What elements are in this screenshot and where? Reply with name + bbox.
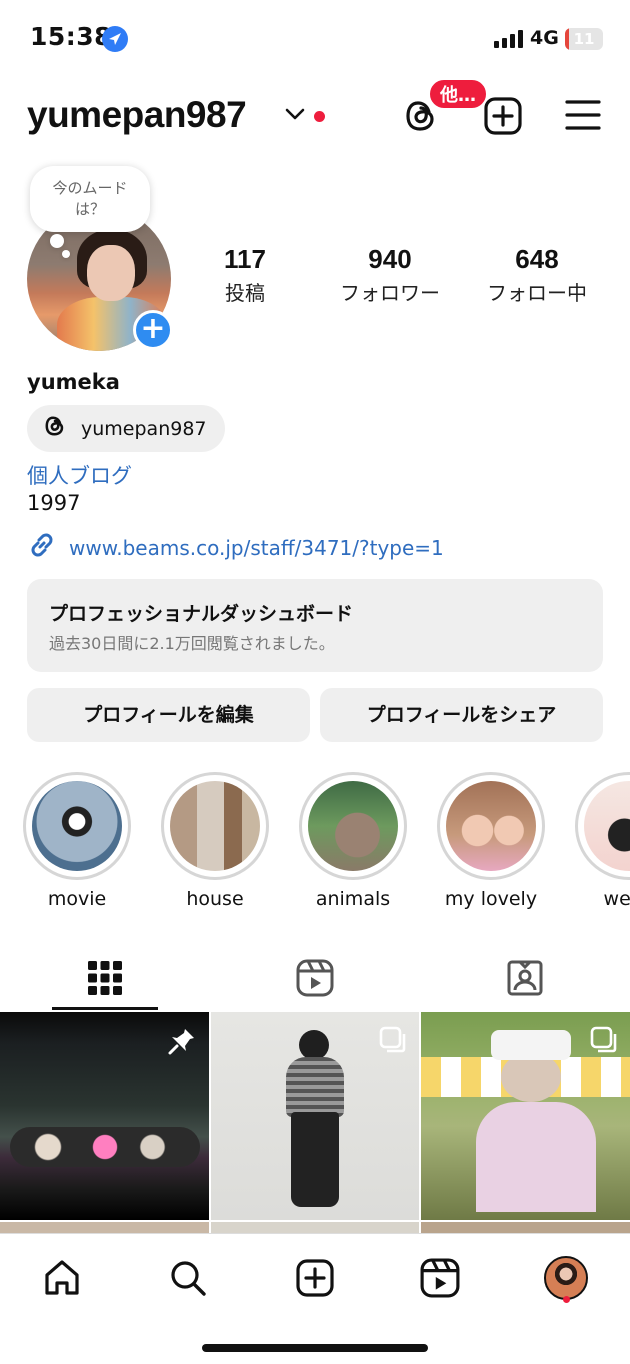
followers-count-label: フォロワー	[340, 281, 440, 305]
highlight-label: house	[186, 888, 244, 910]
external-link[interactable]: www.beams.co.jp/staff/3471/?type=1	[27, 530, 444, 565]
network-type: 4G	[530, 27, 559, 49]
profile-full-name: yumeka	[27, 370, 120, 394]
post-thumbnail[interactable]	[211, 1012, 419, 1220]
home-icon[interactable]	[32, 1248, 92, 1308]
chevron-down-icon[interactable]	[284, 106, 306, 125]
followers-count-value: 940	[368, 244, 412, 274]
posts-count[interactable]: 117 投稿	[180, 244, 310, 306]
carousel-icon	[379, 1026, 407, 1058]
dashboard-title: プロフェッショナルダッシュボード	[49, 603, 354, 625]
share-profile-button[interactable]: プロフィールをシェア	[320, 688, 603, 742]
tab-reels[interactable]	[210, 950, 420, 1010]
notification-dot	[563, 1296, 570, 1303]
pinned-post-icon	[167, 1026, 197, 1060]
professional-dashboard-card[interactable]: プロフェッショナルダッシュボード 過去30日間に2.1万回閲覧されました。	[27, 579, 603, 672]
location-arrow-icon	[102, 26, 128, 52]
threads-notification-badge[interactable]: 他…	[428, 78, 488, 110]
external-link-text: www.beams.co.jp/staff/3471/?type=1	[69, 535, 444, 560]
home-indicator	[202, 1344, 428, 1352]
threads-handle: yumepan987	[81, 417, 207, 440]
status-time: 15:38	[30, 22, 113, 51]
highlight-animals[interactable]: animals	[299, 772, 407, 910]
highlight-house[interactable]: house	[161, 772, 269, 910]
mood-note-bubble[interactable]: 今のムード は？	[30, 166, 150, 232]
note-bubble-tail	[50, 234, 64, 248]
profile-header: yumepan987 他…	[0, 78, 630, 148]
dashboard-subtitle: 過去30日間に2.1万回閲覧されました。	[49, 634, 335, 653]
highlight-label: movie	[47, 888, 107, 910]
posts-count-label: 投稿	[225, 281, 265, 305]
tab-tagged[interactable]	[420, 950, 630, 1010]
grid-icon	[87, 960, 123, 1000]
followers-count[interactable]: 940 フォロワー	[325, 244, 455, 306]
link-icon	[27, 530, 57, 565]
instagram-profile-screen: 15:38 4G 11 yumepan987 他… 今のムード は？ + 117…	[0, 0, 630, 1364]
highlight-label: animals	[315, 888, 391, 910]
reels-icon[interactable]	[410, 1248, 470, 1308]
bio-blog-link[interactable]: 個人ブログ	[27, 460, 132, 490]
carousel-icon	[590, 1026, 618, 1058]
notification-dot	[314, 111, 325, 122]
tab-posts-grid[interactable]	[0, 950, 210, 1010]
highlight-wedo[interactable]: wedo	[575, 772, 630, 910]
threads-icon	[43, 413, 67, 444]
edit-profile-button[interactable]: プロフィールを編集	[27, 688, 310, 742]
battery-percent: 11	[573, 30, 595, 48]
active-tab-indicator	[52, 1007, 158, 1010]
note-bubble-tail-small	[62, 250, 70, 258]
bottom-navigation	[0, 1233, 630, 1364]
highlight-label: wedo	[603, 888, 630, 910]
battery-icon: 11	[565, 28, 603, 50]
search-icon[interactable]	[158, 1248, 218, 1308]
posts-count-value: 117	[224, 244, 266, 274]
highlight-movie[interactable]: movie	[23, 772, 131, 910]
create-post-icon[interactable]	[483, 96, 523, 140]
account-switcher-username[interactable]: yumepan987	[27, 94, 247, 136]
post-thumbnail[interactable]	[0, 1012, 209, 1220]
tagged-icon	[506, 959, 544, 1001]
mood-note-text: 今のムード は？	[52, 179, 128, 218]
add-story-plus-icon[interactable]: +	[133, 310, 173, 350]
bio-text: 1997	[27, 491, 81, 515]
reels-icon	[296, 959, 334, 1001]
menu-hamburger-icon[interactable]	[564, 98, 602, 136]
status-bar: 15:38 4G 11	[0, 0, 630, 76]
following-count[interactable]: 648 フォロー中	[472, 244, 602, 306]
create-icon[interactable]	[285, 1248, 345, 1308]
highlight-label: my lovely	[444, 888, 538, 910]
following-count-value: 648	[515, 244, 559, 274]
following-count-label: フォロー中	[487, 281, 587, 305]
post-thumbnail[interactable]	[421, 1012, 630, 1220]
highlight-my-lovely[interactable]: my lovely	[437, 772, 545, 910]
threads-profile-chip[interactable]: yumepan987	[27, 405, 225, 452]
cellular-signal-icon	[494, 30, 523, 48]
